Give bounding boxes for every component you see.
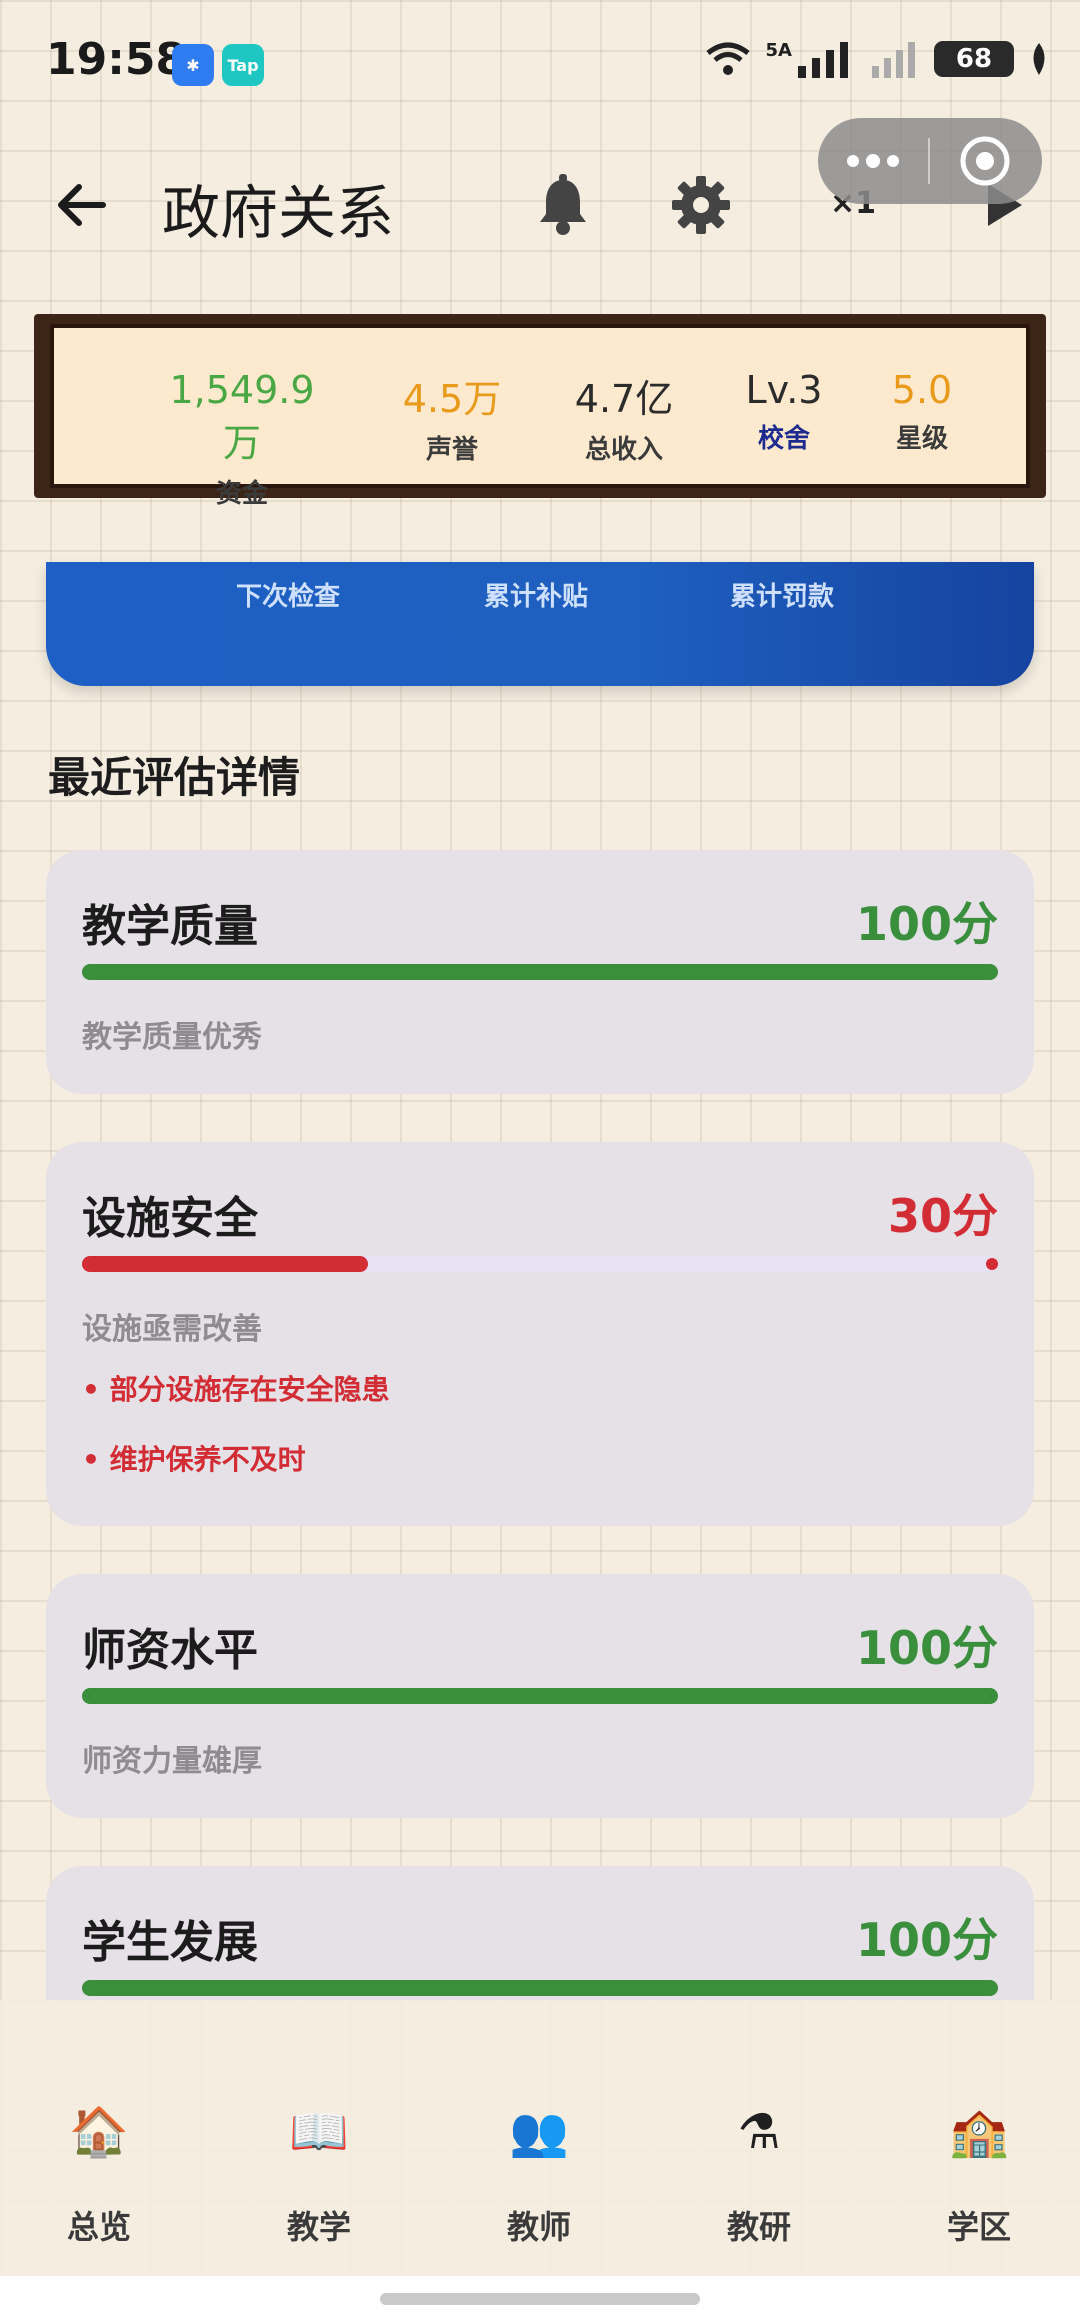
status-indicators: 5A 68 <box>704 40 1050 78</box>
nav-label: 学区 <box>946 2208 1011 2246</box>
close-mini-program-button[interactable] <box>930 118 1040 204</box>
wifi-icon <box>705 42 750 75</box>
total-fine-label: 累计罚款 <box>730 582 835 612</box>
evaluation-card-student-development: 学生发展 100分 <box>46 1866 1034 2000</box>
nav-label: 总览 <box>66 2208 131 2246</box>
stat-label: 星级 <box>895 424 948 454</box>
target-circle-icon <box>960 136 1010 186</box>
leaf-icon <box>1033 43 1045 75</box>
notification-bell-button[interactable] <box>528 170 598 240</box>
evaluation-score: 100分 <box>855 1913 998 1967</box>
stat-label: 总收入 <box>584 435 663 465</box>
open-book-icon: 📖 <box>289 2104 349 2160</box>
inspection-summary-banner: 下次检查 累计补贴 累计罚款 <box>46 562 1034 686</box>
school-building-icon: 🏫 <box>949 2104 1009 2160</box>
nav-item-research[interactable]: ⚗ 教研 <box>684 2100 834 2248</box>
evaluation-title: 教学质量 <box>82 901 258 952</box>
score-bar-fill <box>82 964 998 980</box>
signal-secondary-icon <box>872 42 915 78</box>
page-title: 政府关系 <box>162 179 395 247</box>
nav-item-teaching[interactable]: 📖 教学 <box>244 2100 394 2248</box>
school-house-icon: 🏠 <box>69 2104 129 2160</box>
evaluation-title: 师资水平 <box>82 1625 258 1676</box>
stats-panel: 1,549.9万 资金 4.5万 声誉 4.7亿 总收入 Lv.3 校舍 5.0… <box>34 314 1046 509</box>
status-bar: 19:58 ✱ Tap 5A 68 <box>0 0 1080 120</box>
evaluation-score: 100分 <box>855 897 998 951</box>
nav-item-teachers[interactable]: 👥 教师 <box>464 2100 614 2248</box>
score-bar <box>82 1688 998 1704</box>
evaluation-card-teacher-level: 师资水平 100分 师资力量雄厚 <box>46 1574 1034 1818</box>
issue-item: 维护保养不及时 <box>82 1438 306 1478</box>
evaluation-title: 设施安全 <box>82 1193 258 1244</box>
signal-icon <box>798 42 848 78</box>
teachers-icon: 👥 <box>509 2104 569 2160</box>
stats-panel-inner: 1,549.9万 资金 4.5万 声誉 4.7亿 总收入 Lv.3 校舍 5.0… <box>50 324 1030 509</box>
app-notification-icon: ✱ <box>172 44 214 86</box>
evaluation-description: 师资力量雄厚 <box>82 1744 262 1779</box>
section-title: 最近评估详情 <box>48 753 301 802</box>
stat-reputation: 4.5万 声誉 <box>362 368 542 466</box>
back-arrow-icon <box>58 184 106 226</box>
score-bar-fill <box>82 1688 998 1704</box>
network-type-label: 5A <box>765 40 792 61</box>
status-time: 19:58 <box>46 34 187 85</box>
score-bar-end-dot <box>986 1258 998 1270</box>
bottom-navigation: 🏠 总览 📖 教学 👥 教师 ⚗ 教研 🏫 学区 <box>0 2000 1080 2276</box>
stat-value: 4.7亿 <box>574 377 674 421</box>
mini-program-capsule <box>818 118 1042 204</box>
nav-label: 教师 <box>506 2208 571 2246</box>
evaluation-title: 学生发展 <box>82 1917 258 1968</box>
gear-icon <box>672 176 730 234</box>
taptap-notification-icon: Tap <box>222 44 264 86</box>
more-options-button[interactable] <box>818 118 928 204</box>
stat-label: 资金 <box>215 479 268 509</box>
home-indicator[interactable] <box>380 2293 700 2305</box>
stat-star-rating: 5.0 星级 <box>832 368 1012 455</box>
flask-icon: ⚗ <box>737 2104 781 2160</box>
total-subsidy-label: 累计补贴 <box>484 582 589 612</box>
score-bar <box>82 1980 998 1996</box>
settings-button[interactable] <box>666 170 736 240</box>
bell-icon <box>540 174 586 235</box>
nav-label: 教学 <box>286 2208 351 2246</box>
stat-funds: 1,549.9万 资金 <box>152 368 332 510</box>
battery-indicator: 68 <box>934 41 1014 77</box>
evaluation-score: 30分 <box>887 1189 998 1243</box>
stat-total-income: 4.7亿 总收入 <box>534 368 714 466</box>
next-inspection-label: 下次检查 <box>236 582 341 612</box>
score-bar <box>82 964 998 980</box>
score-bar <box>82 1256 998 1272</box>
stat-label: 声誉 <box>425 435 478 465</box>
issue-item: 部分设施存在安全隐患 <box>82 1368 390 1408</box>
more-dots-icon <box>847 154 899 168</box>
back-button[interactable] <box>46 170 116 240</box>
evaluation-card-facility-safety: 设施安全 30分 设施亟需改善 部分设施存在安全隐患 维护保养不及时 <box>46 1142 1034 1526</box>
evaluation-card-teaching-quality: 教学质量 100分 教学质量优秀 <box>46 850 1034 1094</box>
evaluation-description: 教学质量优秀 <box>82 1020 262 1055</box>
nav-item-overview[interactable]: 🏠 总览 <box>24 2100 174 2248</box>
evaluation-score: 100分 <box>855 1621 998 1675</box>
stat-value: 1,549.9万 <box>169 368 315 465</box>
score-bar-fill <box>82 1256 368 1272</box>
evaluation-description: 设施亟需改善 <box>82 1312 262 1347</box>
score-bar-fill <box>82 1980 998 1996</box>
nav-label: 教研 <box>726 2208 791 2246</box>
stat-value: 5.0 <box>891 368 953 412</box>
nav-item-school-district[interactable]: 🏫 学区 <box>904 2100 1054 2248</box>
stat-value: 4.5万 <box>402 377 502 421</box>
